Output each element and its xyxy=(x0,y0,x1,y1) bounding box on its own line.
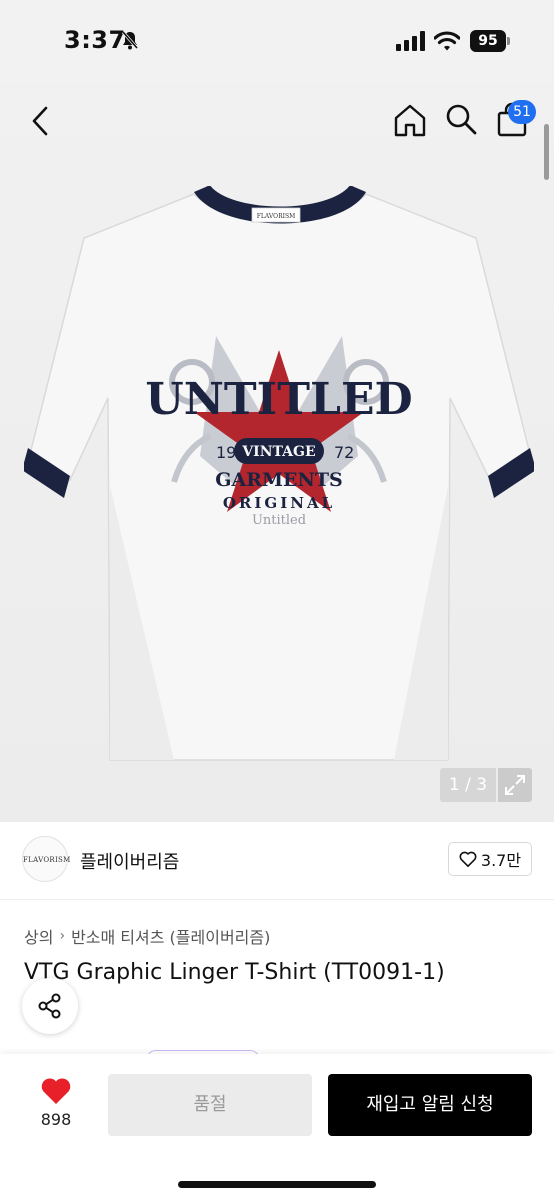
cart-count-badge: 51 xyxy=(508,100,536,124)
share-icon xyxy=(38,993,61,1019)
battery-tip xyxy=(507,37,510,45)
back-arrow-icon[interactable] xyxy=(26,104,54,138)
battery-indicator: 95 xyxy=(470,30,506,52)
wish-count: 898 xyxy=(40,1110,72,1129)
chevron-right-icon: › xyxy=(59,928,66,944)
restock-alert-button[interactable]: 재입고 알림 신청 xyxy=(328,1074,532,1136)
image-pager: 1 / 3 xyxy=(440,768,496,802)
cellular-signal-icon xyxy=(396,31,425,51)
print-year-right: 72 xyxy=(334,443,354,462)
heart-outline-icon xyxy=(459,851,477,868)
print-untitled-text: UNTITLED xyxy=(145,374,412,425)
heart-filled-icon[interactable] xyxy=(40,1076,72,1106)
product-image-gallery[interactable]: 51 FLAVORISM UNTITLED 19 VINTAGE 72 GARM… xyxy=(0,82,554,822)
product-image: FLAVORISM UNTITLED 19 VINTAGE 72 GARMENT… xyxy=(24,186,534,761)
wifi-icon xyxy=(434,31,460,51)
home-icon[interactable] xyxy=(392,102,428,138)
print-original-text: ORIGINAL xyxy=(223,494,335,512)
product-title: VTG Graphic Linger T-Shirt (TT0091-1) xyxy=(24,960,445,985)
breadcrumb-category[interactable]: 상의 xyxy=(24,924,53,948)
print-year-left: 19 xyxy=(216,443,236,462)
share-button[interactable] xyxy=(22,978,78,1034)
brand-row[interactable]: FLAVORISM 플레이버리즘 3.7만 xyxy=(0,822,554,900)
sold-out-button: 품절 xyxy=(108,1074,312,1136)
home-indicator[interactable] xyxy=(178,1181,376,1188)
status-time: 3:37 xyxy=(64,26,126,54)
print-garments-text: GARMENTS xyxy=(215,469,343,491)
scroll-indicator xyxy=(544,124,549,180)
status-bar: 3:37 95 xyxy=(0,0,554,82)
brand-like-count: 3.7만 xyxy=(480,851,522,870)
breadcrumb: 상의 › 반소매 티셔츠 (플레이버리즘) xyxy=(24,924,270,948)
bell-off-icon xyxy=(121,31,139,50)
expand-icon[interactable] xyxy=(498,768,532,802)
bottom-action-bar: 898 품절 재입고 알림 신청 xyxy=(0,1054,554,1200)
breadcrumb-subcategory[interactable]: 반소매 티셔츠 (플레이버리즘) xyxy=(71,924,270,948)
search-icon[interactable] xyxy=(444,102,478,136)
brand-logo[interactable]: FLAVORISM xyxy=(22,836,70,882)
brand-name[interactable]: 플레이버리즘 xyxy=(80,848,179,874)
print-untitled-small: Untitled xyxy=(252,513,306,528)
neck-label-text: FLAVORISM xyxy=(257,213,295,220)
print-vintage-badge: VINTAGE xyxy=(241,444,315,460)
brand-like-button[interactable]: 3.7만 xyxy=(448,842,532,876)
